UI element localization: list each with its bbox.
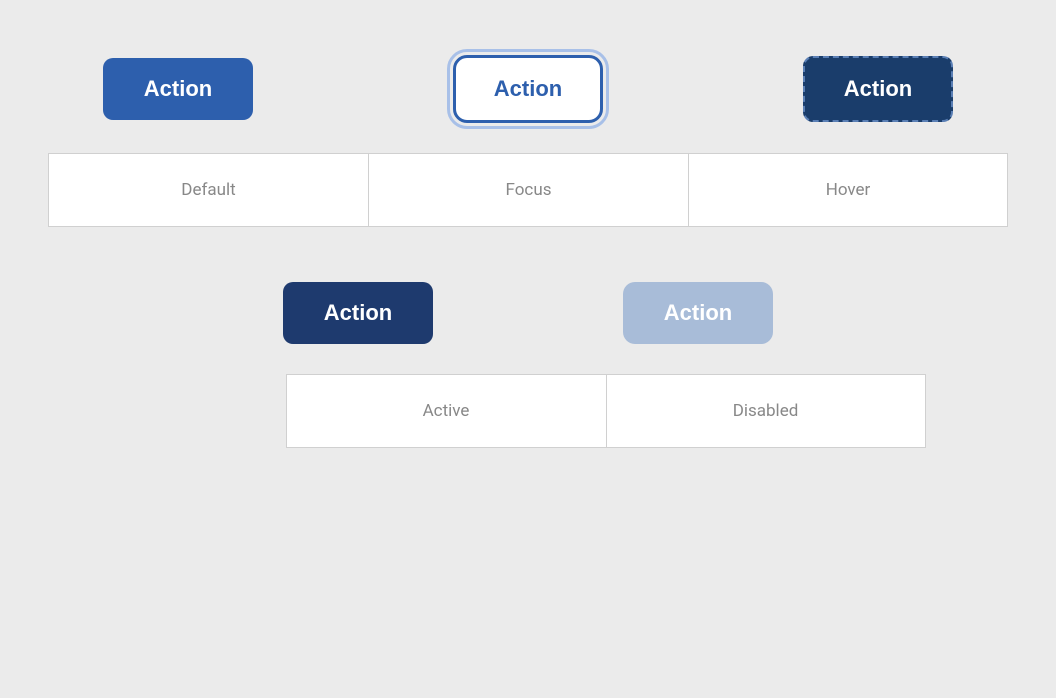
label-hover: Hover (688, 153, 1008, 227)
label-focus: Focus (368, 153, 688, 227)
button-row-1: Action Action Action (0, 0, 1056, 123)
focus-button[interactable]: Action (453, 55, 603, 123)
labels-row-2: Active Disabled (0, 374, 1056, 448)
default-button[interactable]: Action (103, 58, 253, 120)
labels-row-2-inner: Active Disabled (286, 374, 926, 448)
labels-row-1: Default Focus Hover (0, 153, 1056, 227)
main-container: Action Action Action Default Focus Hover… (0, 0, 1056, 698)
disabled-button: Action (623, 282, 773, 344)
label-active: Active (286, 374, 606, 448)
active-button[interactable]: Action (283, 282, 433, 344)
label-default: Default (48, 153, 368, 227)
label-disabled: Disabled (606, 374, 926, 448)
button-row-2: Action Action (0, 282, 1056, 344)
hover-button[interactable]: Action (803, 56, 953, 122)
